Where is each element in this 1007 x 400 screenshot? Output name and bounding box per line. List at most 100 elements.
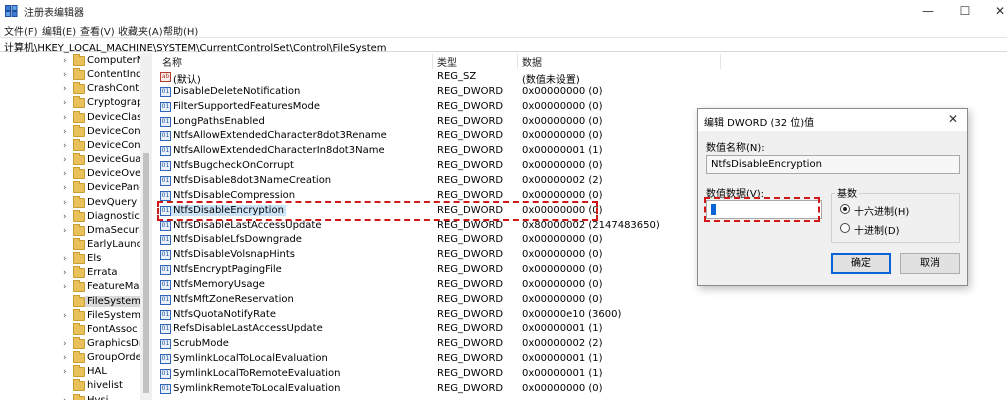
chevron-right-icon[interactable]: › bbox=[63, 309, 67, 323]
table-row[interactable]: 01 LongPathsEnabled REG_DWORD 0x00000000 (0… bbox=[158, 115, 718, 130]
cell-type: REG_DWORD bbox=[437, 130, 504, 142]
tree-item[interactable]: › DeviceGuard bbox=[0, 153, 151, 167]
table-row[interactable]: 01 SymlinkLocalToLocalEvaluation REG_DWORD… bbox=[158, 352, 718, 367]
highlight-selected-row bbox=[157, 201, 598, 221]
chevron-right-icon[interactable]: › bbox=[63, 365, 67, 379]
table-row[interactable]: 01 NtfsBugcheckOnCorrupt REG_DWORD 0x000000… bbox=[158, 159, 718, 174]
table-row[interactable]: 01 ScrubMode REG_DWORD 0x00000002 (2) bbox=[158, 337, 718, 352]
table-row[interactable]: 01 NtfsDisableLfsDowngrade REG_DWORD 0x0000… bbox=[158, 233, 718, 248]
tree-item[interactable]: › ComputerNa bbox=[0, 54, 150, 68]
tree-item[interactable]: › DeviceClasse bbox=[0, 110, 151, 125]
tree-item[interactable]: › FileSystemUti bbox=[0, 308, 151, 323]
table-row[interactable]: 01 NtfsMftZoneReservation REG_DWORD 0x00000… bbox=[158, 293, 718, 308]
table-row[interactable]: 01 NtfsEncryptPagingFile REG_DWORD 0x000000… bbox=[158, 263, 718, 278]
cancel-button[interactable]: 取消 bbox=[900, 253, 960, 274]
tree-item[interactable]: › DeviceContai bbox=[0, 138, 151, 153]
tree-item[interactable]: EarlyLaunch bbox=[0, 237, 148, 252]
binary-value-icon: 01 bbox=[160, 309, 171, 320]
table-row[interactable]: 01 NtfsAllowExtendedCharacter8dot3Rename R… bbox=[158, 129, 718, 144]
column-header-data[interactable]: 数据 bbox=[522, 54, 542, 69]
table-row[interactable]: 01 RefsDisableLastAccessUpdate REG_DWORD 0x… bbox=[158, 322, 718, 337]
tree-item[interactable]: › GraphicsDriv bbox=[0, 337, 151, 351]
tree-item[interactable]: FileSystem bbox=[0, 294, 144, 309]
tree-item[interactable]: › Errata bbox=[0, 266, 140, 280]
chevron-right-icon[interactable]: › bbox=[63, 111, 67, 125]
tree-item[interactable]: › CrashControl bbox=[0, 82, 151, 96]
tree-item[interactable]: › ContentIndex bbox=[0, 68, 151, 82]
tree-item[interactable]: › GroupOrderI bbox=[0, 351, 149, 365]
table-row[interactable]: 01 NtfsQuotaNotifyRate REG_DWORD 0x00000e10… bbox=[158, 308, 718, 323]
menu-file[interactable]: 文件(F) bbox=[4, 23, 38, 38]
cell-name: NtfsAllowExtendedCharacterIn8dot3Name bbox=[173, 145, 385, 157]
table-row[interactable]: ab (默认) REG_SZ (数值未设置) bbox=[158, 70, 718, 86]
cell-name: NtfsAllowExtendedCharacter8dot3Rename bbox=[173, 130, 387, 142]
radio-hex-label[interactable]: 十六进制(H) bbox=[854, 203, 909, 218]
table-row[interactable]: 01 NtfsDisableVolsnapHints REG_DWORD 0x0000… bbox=[158, 248, 718, 263]
chevron-right-icon[interactable]: › bbox=[63, 167, 67, 181]
column-separator[interactable] bbox=[720, 54, 721, 69]
tree-item[interactable]: › DeviceContai bbox=[0, 124, 151, 139]
address-path[interactable]: 计算机\HKEY_LOCAL_MACHINE\SYSTEM\CurrentCon… bbox=[4, 39, 387, 54]
table-row[interactable]: 01 FilterSupportedFeaturesMode REG_DWORD 0x… bbox=[158, 100, 718, 115]
chevron-right-icon[interactable]: › bbox=[63, 337, 67, 351]
chevron-right-icon[interactable]: › bbox=[63, 139, 67, 153]
chevron-right-icon[interactable]: › bbox=[63, 196, 67, 210]
tree-item[interactable]: hivelist bbox=[0, 379, 140, 393]
tree-scrollbar-thumb[interactable] bbox=[143, 153, 149, 393]
tree-item[interactable]: › Cryptograph bbox=[0, 96, 150, 110]
table-row[interactable]: 01 NtfsAllowExtendedCharacterIn8dot3Name R… bbox=[158, 144, 718, 159]
column-header-name[interactable]: 名称 bbox=[162, 54, 182, 69]
menu-help[interactable]: 帮助(H) bbox=[163, 23, 198, 38]
menu-favorites[interactable]: 收藏夹(A) bbox=[118, 23, 163, 38]
chevron-right-icon[interactable]: › bbox=[63, 68, 67, 82]
tree-item[interactable]: › DevicePanels bbox=[0, 181, 151, 195]
value-name-field[interactable]: NtfsDisableEncryption bbox=[706, 155, 960, 174]
ok-button[interactable]: 确定 bbox=[831, 253, 891, 274]
folder-icon bbox=[73, 209, 85, 222]
chevron-right-icon[interactable]: › bbox=[63, 252, 67, 266]
tree-item[interactable]: › FeatureMana bbox=[0, 280, 151, 294]
chevron-right-icon[interactable]: › bbox=[63, 224, 67, 238]
chevron-right-icon[interactable]: › bbox=[63, 54, 67, 68]
table-row[interactable]: 01 DisableDeleteNotification REG_DWORD 0x00… bbox=[158, 85, 718, 100]
folder-icon bbox=[73, 195, 85, 208]
column-separator[interactable] bbox=[517, 54, 518, 69]
radio-dec-label[interactable]: 十进制(D) bbox=[854, 222, 900, 237]
column-separator[interactable] bbox=[432, 54, 433, 69]
chevron-right-icon[interactable]: › bbox=[63, 181, 67, 195]
chevron-right-icon[interactable]: › bbox=[63, 351, 67, 365]
tree-item[interactable]: › Hvsi bbox=[0, 393, 140, 400]
tree-item[interactable]: › DmaSecurity bbox=[0, 223, 151, 238]
address-bar[interactable]: 计算机\HKEY_LOCAL_MACHINE\SYSTEM\CurrentCon… bbox=[0, 37, 1007, 54]
table-row[interactable]: 01 NtfsDisable8dot3NameCreation REG_DWORD 0… bbox=[158, 174, 718, 189]
tree-scrollbar[interactable] bbox=[140, 53, 152, 400]
chevron-right-icon[interactable]: › bbox=[63, 280, 67, 294]
tree-item[interactable]: FontAssoc bbox=[0, 322, 140, 337]
tree-item[interactable]: › DevQuery bbox=[0, 195, 140, 210]
chevron-right-icon[interactable]: › bbox=[63, 210, 67, 224]
menu-edit[interactable]: 编辑(E) bbox=[42, 23, 76, 38]
chevron-right-icon[interactable]: › bbox=[63, 266, 67, 280]
dialog-close-icon[interactable]: ✕ bbox=[948, 112, 958, 126]
chevron-right-icon[interactable]: › bbox=[63, 96, 67, 110]
minimize-button[interactable]: — bbox=[908, 0, 948, 22]
key-tree[interactable]: › ComputerNa › ContentIndex › CrashControl › Cr… bbox=[0, 53, 152, 400]
table-row[interactable]: 01 SymlinkLocalToRemoteEvaluation REG_DWOR… bbox=[158, 367, 718, 382]
table-row[interactable]: 01 NtfsMemoryUsage REG_DWORD 0x00000000 (0) bbox=[158, 278, 718, 293]
chevron-right-icon[interactable]: › bbox=[63, 82, 67, 96]
tree-item[interactable]: › Diagnostics bbox=[0, 209, 145, 224]
maximize-button[interactable]: ☐ bbox=[945, 0, 985, 22]
tree-item[interactable]: › Els bbox=[0, 252, 140, 266]
chevron-right-icon[interactable]: › bbox=[63, 125, 67, 139]
chevron-right-icon[interactable]: › bbox=[63, 394, 67, 400]
radio-dec[interactable] bbox=[840, 223, 850, 233]
dialog-title: 编辑 DWORD (32 位)值 bbox=[704, 118, 815, 129]
menu-view[interactable]: 查看(V) bbox=[80, 23, 115, 38]
tree-item[interactable]: › DeviceOverri bbox=[0, 167, 151, 181]
chevron-right-icon[interactable]: › bbox=[63, 153, 67, 167]
close-button[interactable]: ✕ bbox=[980, 0, 1007, 22]
tree-item[interactable]: › HAL bbox=[0, 365, 140, 379]
table-row[interactable]: 01 SymlinkRemoteToLocalEvaluation REG_DWOR… bbox=[158, 382, 718, 397]
radio-hex[interactable] bbox=[840, 204, 850, 214]
column-header-type[interactable]: 类型 bbox=[437, 54, 457, 69]
